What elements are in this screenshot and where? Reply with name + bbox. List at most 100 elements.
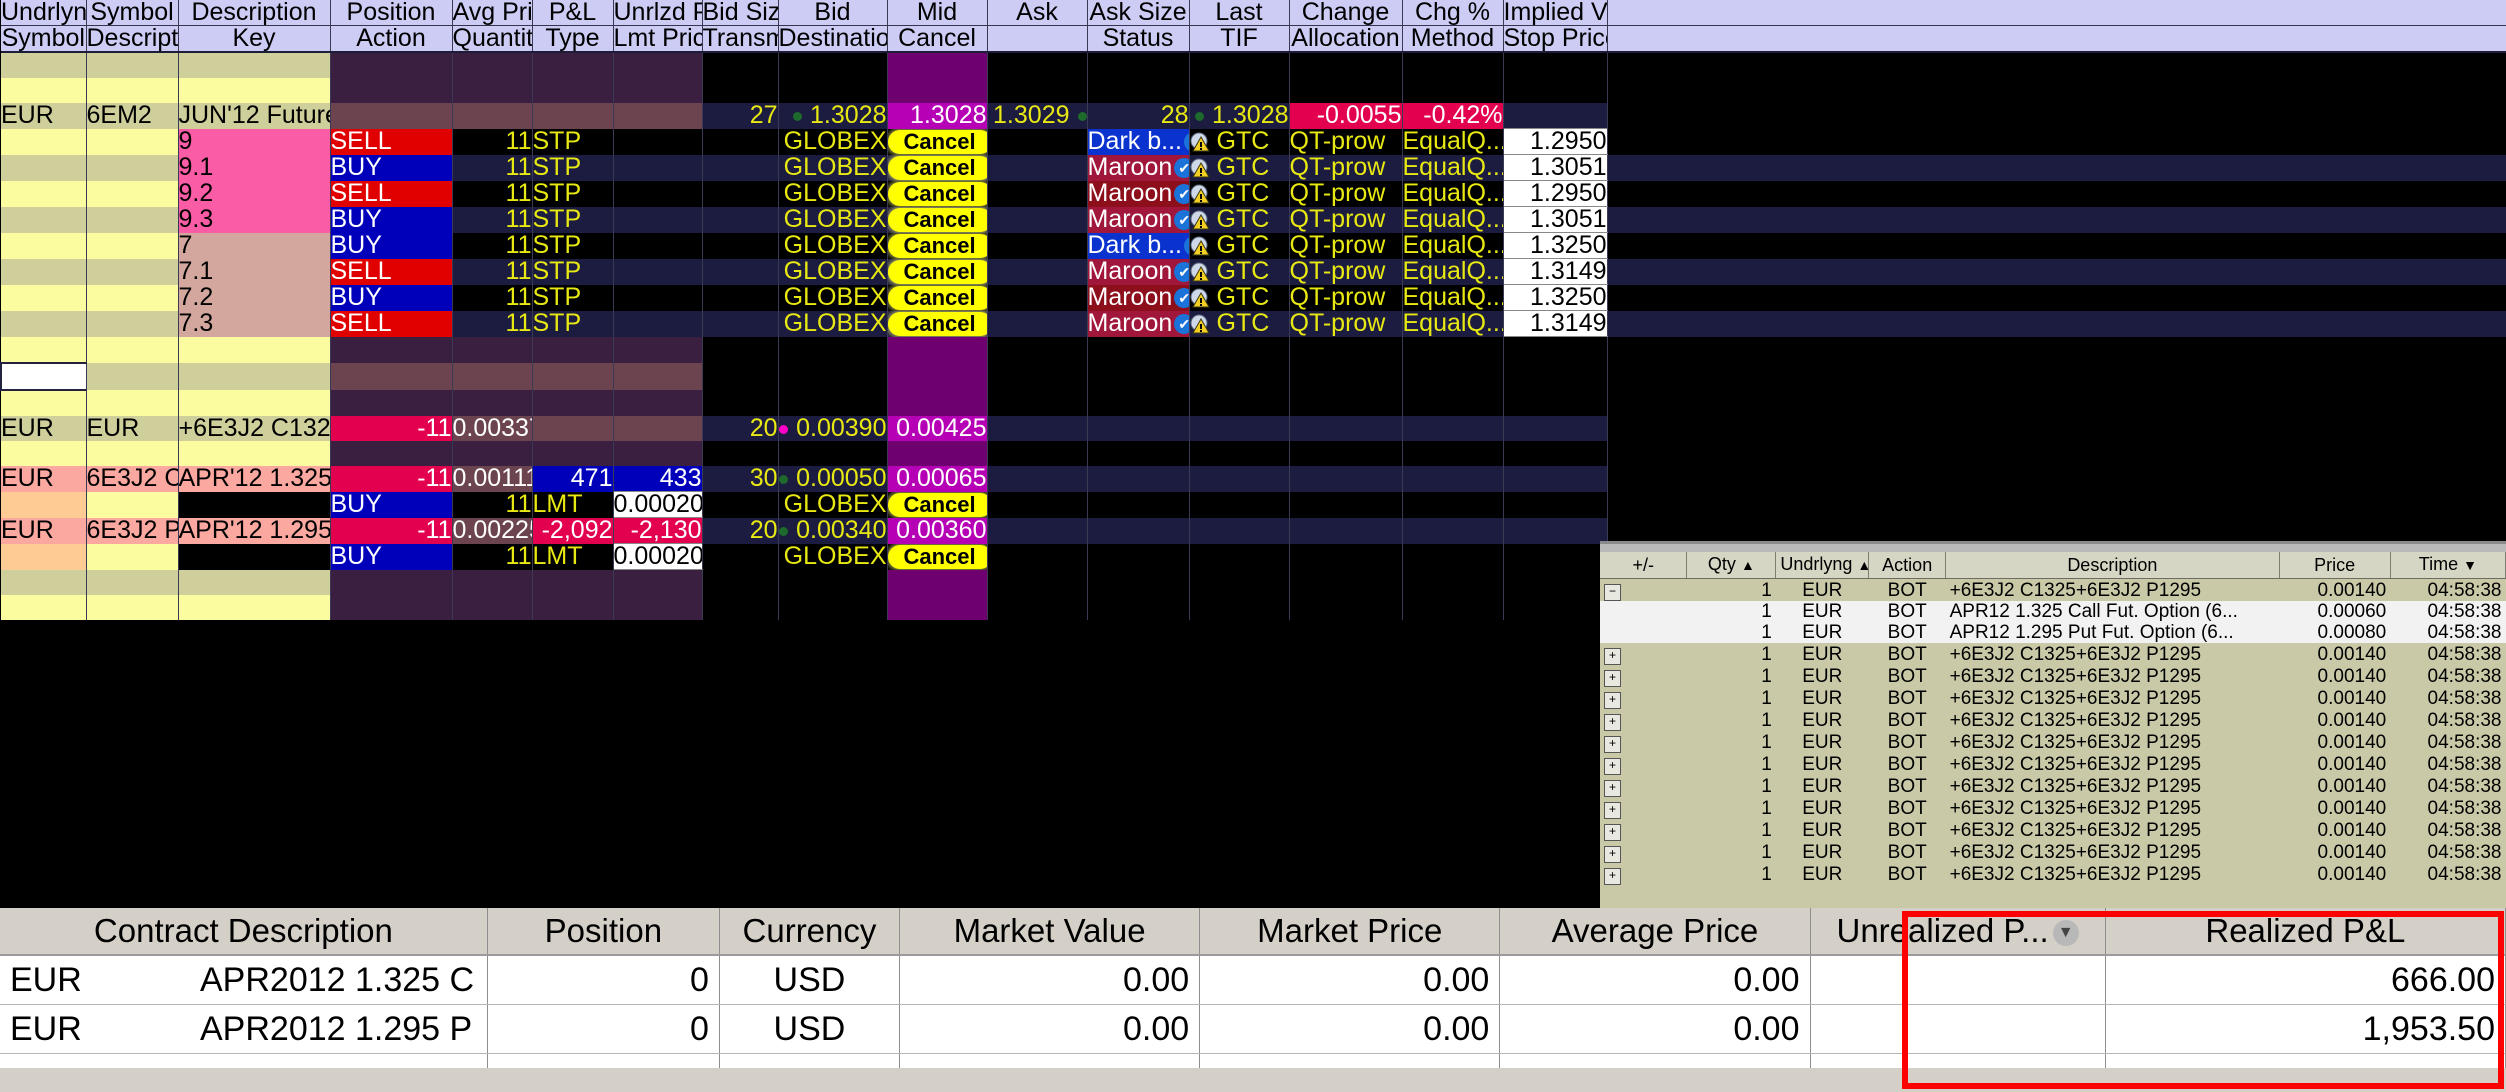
grid-spacer-row-2-x0[interactable] [987, 336, 1088, 363]
combo-bid-size[interactable]: 20 [702, 416, 779, 441]
order-type-1[interactable]: STP [532, 154, 614, 181]
put-order-undrlyng[interactable] [1, 543, 87, 570]
call-x5[interactable] [1503, 466, 1608, 492]
edit-x3[interactable] [1289, 362, 1403, 390]
edit-unrlzd[interactable] [613, 362, 703, 390]
order-ask-4[interactable] [987, 232, 1088, 259]
grid-spacer-row-3-mid[interactable] [887, 390, 988, 416]
grid-spacer-row-6-bidsize[interactable] [702, 595, 779, 620]
log-expand-1[interactable] [1600, 601, 1687, 622]
grid-spacer-row-1-bid[interactable] [778, 78, 888, 103]
expand-toggle-icon[interactable]: + [1604, 868, 1621, 885]
edit-avg[interactable] [452, 362, 533, 390]
portfolio-col-0[interactable]: Contract Description [0, 908, 488, 956]
order-allocation-4[interactable]: QT-prow [1289, 232, 1403, 259]
put-order-type[interactable]: LMT [532, 543, 614, 570]
grid-spacer-row-3-bid[interactable] [778, 390, 888, 416]
put-x1[interactable] [1087, 517, 1190, 544]
order-status-2[interactable]: Maroon ✔ [1087, 180, 1190, 207]
order-method-5[interactable]: EqualQ... [1402, 258, 1504, 285]
order-key-3[interactable]: 9.3 [178, 206, 331, 233]
grid-spacer-row-4-unrlzd[interactable] [613, 441, 703, 466]
log-col-qty[interactable]: Qty ▲ [1686, 552, 1777, 579]
call-order-lmt-price[interactable]: 0.00020 [612, 491, 703, 518]
grid-spacer-row-2-avg[interactable] [452, 336, 533, 363]
call-order-x0[interactable] [987, 491, 1088, 518]
order-tif-2[interactable]: GTC [1189, 180, 1290, 207]
combo-x5[interactable] [1503, 416, 1608, 441]
order-type-2[interactable]: STP [532, 180, 614, 207]
order-row[interactable]: 7.2 BUY 11 STP GLOBEX Cancel Maroon ✔ GTC QT-prow… [1, 284, 2506, 311]
order-tif-4[interactable]: GTC [1189, 232, 1290, 259]
futures-bid[interactable]: 1.3028 [778, 103, 888, 129]
call-bid[interactable]: 0.00050 [778, 466, 888, 492]
trade-log-row[interactable]: +1 EUR BOT +6E3J2 C1325+6E3J2 P1295 0.00140 0… [1600, 643, 2506, 665]
order-key-0[interactable]: 9 [178, 128, 331, 155]
trade-log-row[interactable]: +1 EUR BOT +6E3J2 C1325+6E3J2 P1295 0.00140 0… [1600, 687, 2506, 709]
trade-log-row[interactable]: +1 EUR BOT +6E3J2 C1325+6E3J2 P1295 0.00140 0… [1600, 863, 2506, 885]
grid-spacer-row-5-x4[interactable] [1402, 569, 1504, 595]
futures-ask[interactable]: 1.3029 [987, 103, 1088, 129]
order-quantity-7[interactable]: 11 [452, 310, 533, 337]
order-row[interactable]: 7BUY11STP GLOBEXCancel Dark b...✔GTCQT-pro… [1, 232, 2506, 259]
order-method-0[interactable]: EqualQ... [1402, 128, 1504, 155]
order-key-4[interactable]: 7 [178, 232, 331, 259]
order-key-6[interactable]: 7.2 [178, 284, 331, 311]
log-expand-9[interactable]: + [1600, 775, 1687, 797]
grid-spacer-row-1-pos[interactable] [330, 78, 453, 103]
put-row[interactable]: EUR6E3J2 P...APR'12 1.295 Pu...-110.0022… [1, 517, 2506, 544]
order-cancel-cell-5[interactable]: Cancel [887, 258, 988, 285]
put-order-transmit[interactable] [702, 543, 779, 570]
log-expand-3[interactable]: + [1600, 643, 1687, 665]
order-row[interactable]: 9SELL11STP GLOBEXCancel Dark b...✔GTCQT-pr… [1, 128, 2506, 155]
grid-spacer-row-0-mid[interactable] [887, 52, 988, 78]
grid-spacer-row-3-x6[interactable] [1607, 390, 2506, 416]
grid-spacer-row-5-unrlzd[interactable] [613, 569, 703, 595]
grid-spacer-row-5-x3[interactable] [1289, 569, 1403, 595]
log-col-action[interactable]: Action [1868, 552, 1947, 579]
grid-spacer-row-0-x1[interactable] [1087, 52, 1190, 78]
log-expand-0[interactable]: − [1600, 578, 1687, 601]
order-undrlyng-4[interactable] [1, 232, 87, 259]
grid-spacer-row-6-unrlzd[interactable] [613, 595, 703, 620]
combo-symbol[interactable]: EUR [86, 416, 179, 441]
order-transmit-5[interactable] [702, 258, 779, 285]
grid-spacer-row-2-undrlyng[interactable] [1, 336, 87, 363]
put-order-symbol[interactable] [86, 543, 179, 570]
order-quantity-2[interactable]: 11 [452, 180, 533, 207]
call-undrlyng[interactable]: EUR [1, 466, 87, 492]
grid-spacer-row-1-x0[interactable] [987, 78, 1088, 103]
grid-spacer-row-1-desc[interactable] [178, 78, 331, 103]
call-unrealized-pnl[interactable]: 433 [613, 466, 703, 492]
grid-spacer-row-3-unrlzd[interactable] [613, 390, 703, 416]
put-x4[interactable] [1402, 517, 1504, 544]
grid-spacer-row-5-x2[interactable] [1189, 569, 1290, 595]
order-action-3[interactable]: BUY [330, 206, 453, 233]
grid-spacer-row-5-symbol[interactable] [86, 569, 179, 595]
trade-log-row[interactable]: − 1 EUR BOT +6E3J2 C1325+6E3J2 P1295 0.00140 0… [1600, 578, 2506, 601]
grid-spacer-row-2-x2[interactable] [1189, 336, 1290, 363]
order-type-7[interactable]: STP [532, 310, 614, 337]
combo-x4[interactable] [1402, 416, 1504, 441]
order-allocation-5[interactable]: QT-prow [1289, 258, 1403, 285]
cancel-order-button[interactable]: Cancel [887, 234, 986, 258]
grid-spacer-row-2[interactable] [1, 336, 2506, 363]
futures-bid-size[interactable]: 27 [702, 103, 779, 129]
grid-spacer-row-4-x4[interactable] [1402, 441, 1504, 466]
grid-spacer-row-3-pos[interactable] [330, 390, 453, 416]
combo-undrlyng[interactable]: EUR [1, 416, 87, 441]
order-transmit-2[interactable] [702, 180, 779, 207]
grid-spacer-row-2-x4[interactable] [1402, 336, 1504, 363]
call-order-symbol[interactable] [86, 491, 179, 518]
grid-spacer-row-6-x3[interactable] [1289, 595, 1403, 620]
portfolio-row[interactable]: EUR APR2012 1.295 P 0 USD 0.00 0.00 0.00 1,953.… [0, 1004, 2506, 1054]
put-bid-size[interactable]: 20 [702, 517, 779, 544]
cancel-order-button[interactable]: Cancel [887, 130, 986, 154]
log-expand-13[interactable]: + [1600, 863, 1687, 885]
order-ask-5[interactable] [987, 258, 1088, 285]
portfolio-row[interactable]: EUR APR2012 1.325 C 0 USD 0.00 0.00 0.00 666.00 [0, 955, 2506, 1005]
portfolio-col-2[interactable]: Currency [719, 908, 901, 956]
order-tif-3[interactable]: GTC [1189, 206, 1290, 233]
edit-mid[interactable] [887, 362, 988, 390]
order-transmit-1[interactable] [702, 154, 779, 181]
